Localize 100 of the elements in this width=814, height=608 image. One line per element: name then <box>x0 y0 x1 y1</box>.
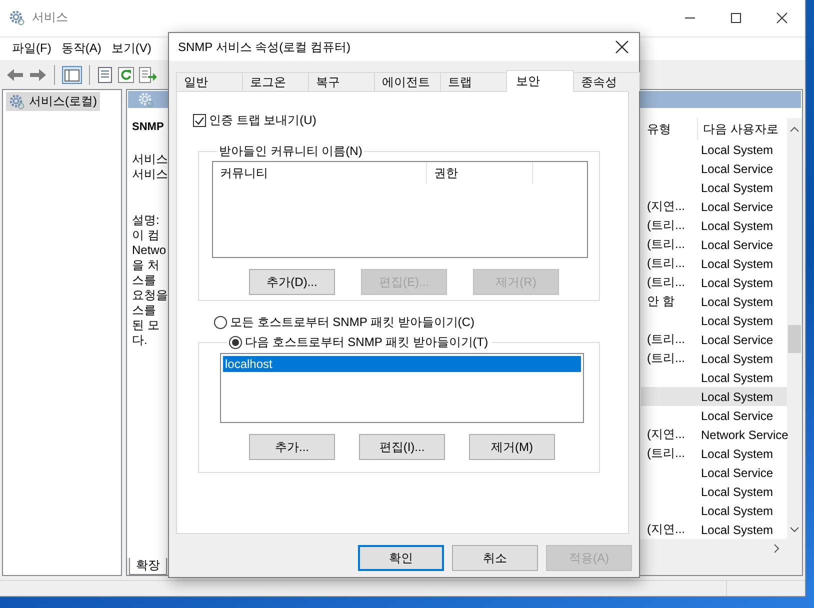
table-row[interactable]: Local System <box>641 311 787 330</box>
table-cell-text: (지연... <box>646 521 686 538</box>
export-icon[interactable] <box>139 66 157 82</box>
detail-text: 서비스 <box>132 152 168 168</box>
table-row[interactable]: (지연... Network Service <box>641 425 787 444</box>
scroll-up-icon[interactable] <box>790 126 799 132</box>
table-row[interactable]: 안 함 Local System <box>641 292 787 312</box>
table-row[interactable]: Local System <box>641 368 787 388</box>
radio-label[interactable]: 모든 호스트로부터 SNMP 패킷 받아들이기(C) <box>230 314 474 331</box>
table-cell-text: Local System <box>700 522 774 539</box>
button[interactable]: 확인 <box>358 545 444 571</box>
table-cell-text: (지연... <box>646 426 686 444</box>
table-row[interactable]: Local System <box>641 501 787 520</box>
table-row[interactable]: Local Service <box>641 406 787 426</box>
table-row[interactable]: Local System <box>641 387 787 406</box>
window-title: 서비스 <box>32 9 68 26</box>
table-cell-text: Local System <box>700 256 774 273</box>
description-text: Netwo <box>132 243 166 258</box>
table-cell-text: Local System <box>700 484 774 501</box>
checkbox-label[interactable]: 인증 트랩 보내기(U) <box>209 112 316 129</box>
table-cell-text: Local System <box>700 312 774 330</box>
table-cell-text: Local Service <box>700 332 774 349</box>
table-cell-text: 안 함 <box>646 293 676 310</box>
check-icon <box>195 116 204 124</box>
column-header[interactable]: 커뮤니티 <box>213 162 427 184</box>
table-row[interactable]: Local Service <box>641 463 787 482</box>
description-text: 을 처 <box>132 258 160 274</box>
table-cell-text: (트리... <box>646 217 686 234</box>
tree-item[interactable]: 서비스(로컬) <box>6 92 100 112</box>
table-row[interactable]: (트리... Local System <box>641 349 787 368</box>
description-text: 이 컴 <box>132 228 160 244</box>
button[interactable]: 제거(M) <box>469 434 555 460</box>
radio-label[interactable]: 다음 호스트로부터 SNMP 패킷 받아들이기(T) <box>245 334 488 351</box>
radio-button[interactable] <box>229 336 242 349</box>
dialog-title: SNMP 서비스 속성(로컬 컴퓨터) <box>178 38 350 56</box>
close-icon[interactable] <box>776 12 788 24</box>
table-row[interactable]: Local System <box>641 178 787 198</box>
table-cell-text: Local System <box>700 180 774 197</box>
tab[interactable]: 일반 <box>176 72 243 91</box>
table-cell-text: (트리... <box>646 255 686 272</box>
forward-arrow-icon[interactable] <box>29 66 47 82</box>
maximize-icon[interactable] <box>730 12 742 24</box>
button[interactable]: 취소 <box>452 545 538 571</box>
menu-item[interactable]: 보기(V) <box>106 40 156 58</box>
tab[interactable]: 보안 <box>506 70 574 92</box>
table-cell-text: Local Service <box>700 198 774 216</box>
table-row[interactable]: (트리... Local System <box>641 273 787 292</box>
table-row[interactable]: Local Service <box>641 159 787 178</box>
table-cell-text: Local Service <box>700 464 774 482</box>
button[interactable]: 추가(D)... <box>249 269 335 295</box>
description-text: 다. <box>132 333 148 348</box>
table-cell-text: Local System <box>700 350 774 368</box>
description-text: 스를 <box>132 303 156 318</box>
tab[interactable]: 종속성 <box>573 72 640 91</box>
button[interactable]: 추가... <box>249 434 335 460</box>
table-row[interactable]: (지연... Local Service <box>641 197 787 216</box>
table-row[interactable]: (트리... Local System <box>641 444 787 464</box>
table-cell-text: Local Service <box>700 160 774 178</box>
table-row[interactable]: Local System <box>641 140 787 160</box>
gear-icon <box>9 94 25 110</box>
service-name: SNMP <box>132 120 164 136</box>
scrollbar-thumb[interactable] <box>788 325 801 354</box>
table-cell-text: Local System <box>700 274 774 292</box>
table-row[interactable]: (트리... Local Service <box>641 235 787 254</box>
description-text: 된 모 <box>132 318 160 334</box>
scroll-right-icon[interactable] <box>774 544 780 554</box>
menu-item[interactable]: 파일(F) <box>7 40 56 58</box>
table-cell-text: Local Service <box>700 408 774 425</box>
close-icon[interactable] <box>615 40 629 54</box>
table-cell-text: Local System <box>700 294 774 311</box>
table-row[interactable]: (트리... Local System <box>641 254 787 274</box>
description-text: 요청을 <box>132 288 168 304</box>
table-cell-text: (트리... <box>646 236 686 254</box>
host-list[interactable]: localhost <box>220 353 584 423</box>
scroll-down-icon[interactable] <box>790 527 799 534</box>
properties-icon[interactable] <box>97 66 113 82</box>
column-header[interactable]: 권한 <box>427 162 533 184</box>
group-title: 받아들인 커뮤니티 이름(N) <box>218 143 364 160</box>
radio-button[interactable] <box>214 316 227 329</box>
menu-item[interactable]: 동작(A) <box>56 40 106 58</box>
table-cell-text: (트리... <box>646 445 686 462</box>
table-row[interactable]: Local System <box>641 482 787 502</box>
checkbox[interactable] <box>193 114 206 127</box>
tab[interactable]: 복구 <box>308 72 375 91</box>
community-list[interactable]: 커뮤니티 권한 <box>212 161 588 258</box>
view-tab[interactable]: 확장 <box>129 558 167 576</box>
table-cell-text: Network Service <box>700 426 787 444</box>
column-header[interactable]: 유형 <box>641 118 697 140</box>
table-row[interactable]: (트리... Local Service <box>641 330 787 350</box>
tab[interactable]: 에이전트 <box>374 72 441 91</box>
list-item[interactable]: localhost <box>223 356 581 372</box>
button[interactable]: 편집(I)... <box>359 434 445 460</box>
console-tree-icon[interactable] <box>62 66 82 84</box>
table-row[interactable]: (지연... Local System <box>641 520 787 540</box>
tab[interactable]: 트랩 <box>440 72 507 91</box>
table-row[interactable]: (트리... Local System <box>641 216 787 236</box>
table-cell-text: Local System <box>700 388 774 406</box>
refresh-icon[interactable] <box>118 66 134 82</box>
back-arrow-icon[interactable] <box>6 66 24 82</box>
description-label: 설명: <box>132 213 160 228</box>
